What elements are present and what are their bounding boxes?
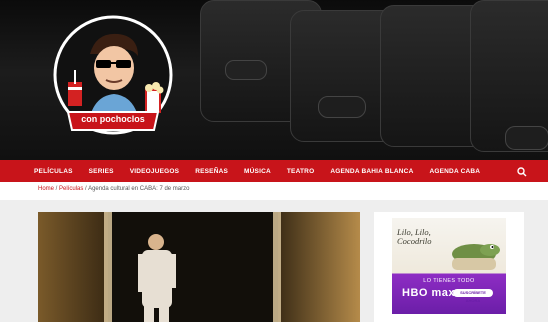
site-header: con pochoclos xyxy=(0,0,548,160)
ad-tagline: LO TIENES TODO xyxy=(423,278,475,284)
seat-armrest xyxy=(225,60,267,80)
nav-item-peliculas[interactable]: PELÍCULAS xyxy=(34,168,73,175)
nav-item-agenda-caba[interactable]: AGENDA CABA xyxy=(429,168,480,175)
nav-item-musica[interactable]: MÚSICA xyxy=(244,168,271,175)
logo-text: con pochoclos xyxy=(81,114,145,124)
seat-armrest xyxy=(318,96,366,118)
crocodile-icon xyxy=(452,244,500,270)
stage-photo xyxy=(38,212,360,322)
nav-item-teatro[interactable]: TEATRO xyxy=(287,168,314,175)
main-navigation: PELÍCULAS SERIES VIDEOJUEGOS RESEÑAS MÚS… xyxy=(0,160,548,182)
nav-item-videojuegos[interactable]: VIDEOJUEGOS xyxy=(130,168,180,175)
site-logo[interactable]: con pochoclos xyxy=(52,14,174,136)
ad-movie-title: Lilo, Lilo, Cocodrilo xyxy=(397,227,432,246)
breadcrumb-home-link[interactable]: Home xyxy=(38,186,54,192)
hbo-max-logo: HBO max xyxy=(402,287,456,299)
nav-item-series[interactable]: SERIES xyxy=(89,168,114,175)
featured-image[interactable] xyxy=(38,212,360,322)
search-icon[interactable] xyxy=(516,165,528,177)
breadcrumb-section-link[interactable]: Películas xyxy=(59,186,83,192)
seat-armrest xyxy=(505,126,548,150)
subscribe-button[interactable]: SUSCRÍBETE AHORA xyxy=(453,289,493,303)
magnifier-glyph xyxy=(517,167,527,177)
breadcrumb: Home / Películas / Agenda cultural en CA… xyxy=(38,186,189,192)
nav-menu: PELÍCULAS SERIES VIDEOJUEGOS RESEÑAS MÚS… xyxy=(34,168,496,175)
nav-item-agenda-bahia-blanca[interactable]: AGENDA BAHIA BLANCA xyxy=(330,168,413,175)
breadcrumb-current: Agenda cultural en CABA: 7 de marzo xyxy=(88,186,190,192)
hbo-max-ad[interactable]: Lilo, Lilo, Cocodrilo LO TIENES TODO HBO… xyxy=(392,218,506,314)
nav-item-resenas[interactable]: RESEÑAS xyxy=(195,168,228,175)
